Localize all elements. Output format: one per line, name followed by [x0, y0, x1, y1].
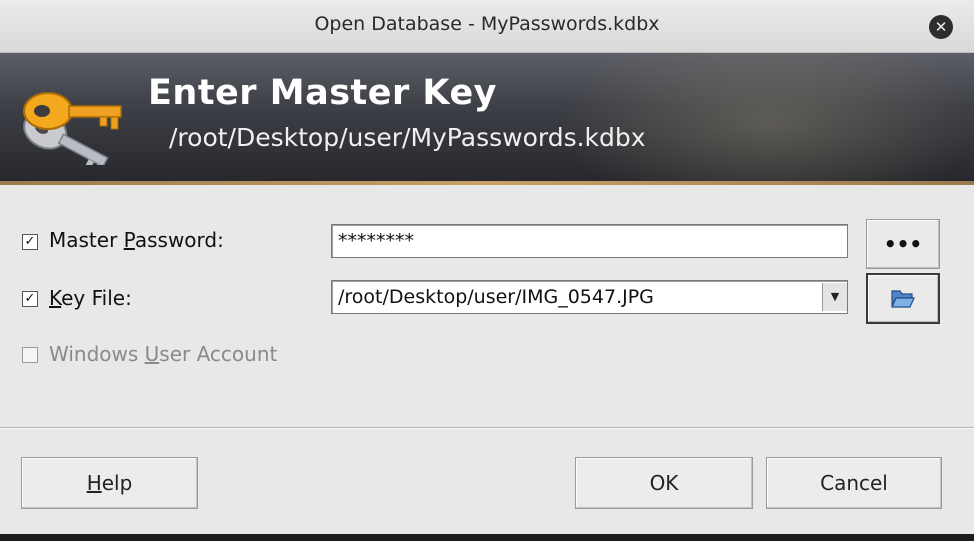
key-file-checkbox[interactable]: ✓ [22, 291, 38, 307]
reveal-password-button[interactable]: ••• [866, 219, 940, 269]
database-path: /root/Desktop/user/MyPasswords.kdbx [169, 123, 646, 152]
key-icon [23, 92, 122, 165]
windows-account-checkbox[interactable] [22, 347, 38, 363]
window-titlebar[interactable]: Open Database - MyPasswords.kdbx ✕ [0, 0, 974, 53]
master-password-input[interactable]: ******** [331, 224, 848, 258]
cancel-button[interactable]: Cancel [766, 457, 942, 509]
browse-key-file-button[interactable] [866, 273, 940, 324]
master-password-label: Master Password: [49, 228, 224, 252]
windows-account-label: Windows User Account [49, 342, 278, 366]
ok-button[interactable]: OK [575, 457, 753, 509]
help-button[interactable]: Help [21, 457, 198, 509]
master-password-checkbox[interactable]: ✓ [22, 234, 38, 250]
close-icon[interactable]: ✕ [929, 15, 953, 39]
chevron-down-icon[interactable]: ▼ [822, 283, 847, 311]
key-file-label: Key File: [49, 286, 132, 310]
window-title: Open Database - MyPasswords.kdbx [314, 13, 660, 35]
header-banner: Enter Master Key /root/Desktop/user/MyPa… [0, 53, 974, 185]
banner-heading: Enter Master Key [148, 73, 497, 113]
folder-open-icon [891, 290, 915, 308]
divider [0, 427, 974, 429]
key-file-combobox[interactable]: /root/Desktop/user/IMG_0547.JPG [331, 280, 848, 314]
key-file-value: /root/Desktop/user/IMG_0547.JPG [338, 286, 654, 308]
